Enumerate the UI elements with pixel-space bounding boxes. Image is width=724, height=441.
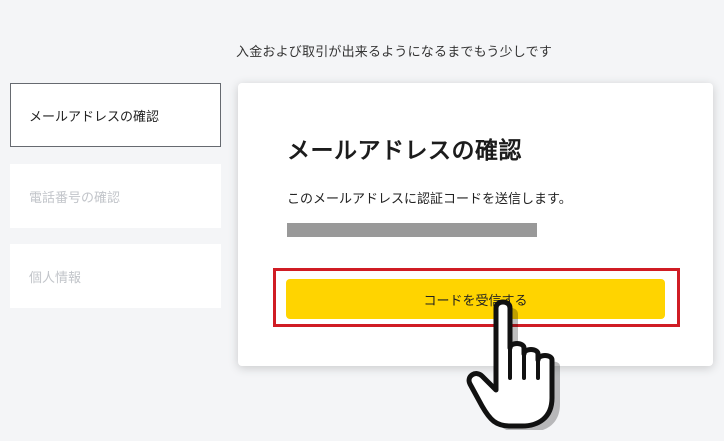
pointing-hand-cursor-icon [466, 299, 560, 430]
step-phone-verification: 電話番号の確認 [10, 164, 221, 228]
step-label: 個人情報 [29, 270, 82, 286]
step-personal-info: 個人情報 [10, 244, 221, 308]
step-label: 電話番号の確認 [29, 190, 121, 206]
step-email-verification[interactable]: メールアドレスの確認 [10, 83, 221, 147]
step-label: メールアドレスの確認 [29, 109, 160, 125]
masked-email-address [287, 223, 537, 237]
progress-note: 入金および取引が出来るようになるまでもう少しです [236, 45, 553, 60]
card-title: メールアドレスの確認 [287, 138, 522, 164]
card-description: このメールアドレスに認証コードを送信します。 [287, 192, 572, 207]
